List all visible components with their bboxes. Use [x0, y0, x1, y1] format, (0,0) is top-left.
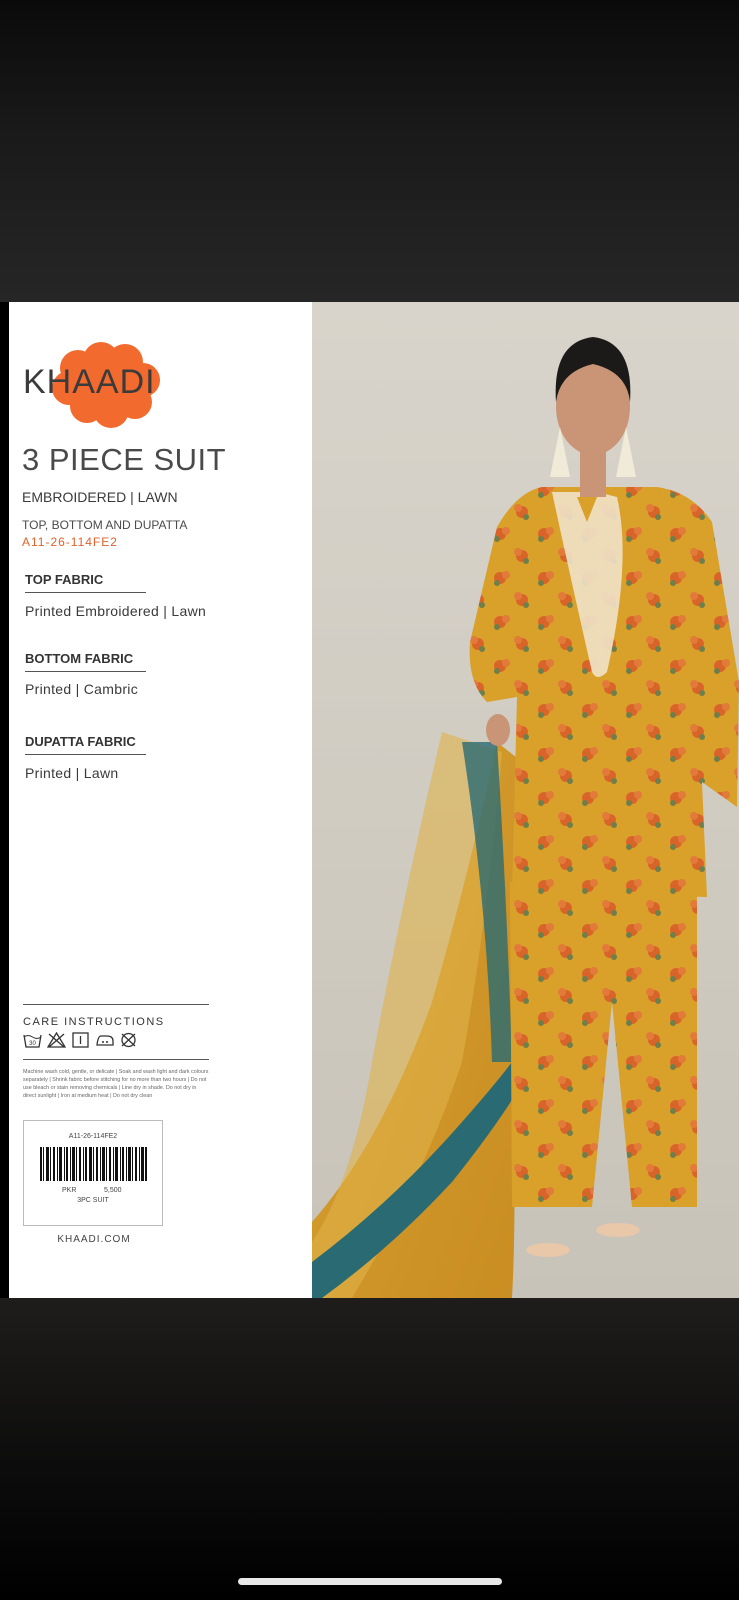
dupatta-fabric-heading: DUPATTA FABRIC [25, 734, 146, 755]
website-link[interactable]: KHAADI.COM [9, 1234, 179, 1245]
care-instructions-title: CARE INSTRUCTIONS [23, 1016, 165, 1028]
barcode [40, 1147, 147, 1181]
care-icons: 30 [23, 1031, 138, 1050]
svg-text:30: 30 [29, 1041, 36, 1047]
home-indicator[interactable] [238, 1578, 502, 1585]
product-image-card: KHAADI 3 PIECE SUIT EMBROIDERED | LAWN T… [9, 302, 739, 1298]
price-tag: A11-26-114FE2 PKR 5,500 3PC SUIT [23, 1120, 163, 1226]
top-fabric-value: Printed Embroidered | Lawn [25, 603, 207, 619]
tag-product-type: 3PC SUIT [77, 1197, 109, 1204]
product-info-panel: KHAADI 3 PIECE SUIT EMBROIDERED | LAWN T… [9, 302, 312, 1298]
product-title: 3 PIECE SUIT [22, 442, 227, 477]
wash-30-icon: 30 [23, 1032, 42, 1050]
bottom-fabric-heading: BOTTOM FABRIC [25, 651, 146, 672]
care-instructions-text: Machine wash cold, gentle, or delicate |… [23, 1069, 209, 1099]
product-code: A11-26-114FE2 [22, 535, 118, 549]
tag-price: 5,500 [104, 1187, 122, 1194]
model-photo [312, 302, 739, 1298]
iron-low-icon [95, 1032, 114, 1050]
top-fabric-heading: TOP FABRIC [25, 572, 146, 593]
line-dry-icon [71, 1032, 90, 1050]
tag-product-code: A11-26-114FE2 [68, 1133, 118, 1140]
divider [23, 1059, 209, 1060]
bottom-fabric-value: Printed | Cambric [25, 681, 138, 697]
dupatta-fabric-value: Printed | Lawn [25, 765, 119, 781]
bottom-background [0, 1298, 739, 1600]
product-components: TOP, BOTTOM AND DUPATTA [22, 518, 188, 532]
brand-logo: KHAADI [23, 330, 183, 430]
no-bleach-icon [46, 1031, 67, 1050]
divider [23, 1004, 209, 1005]
tag-currency: PKR [62, 1187, 77, 1194]
product-subtitle: EMBROIDERED | LAWN [22, 489, 178, 505]
no-dry-clean-icon [119, 1032, 138, 1050]
top-background [0, 0, 739, 302]
brand-name: KHAADI [23, 363, 156, 401]
